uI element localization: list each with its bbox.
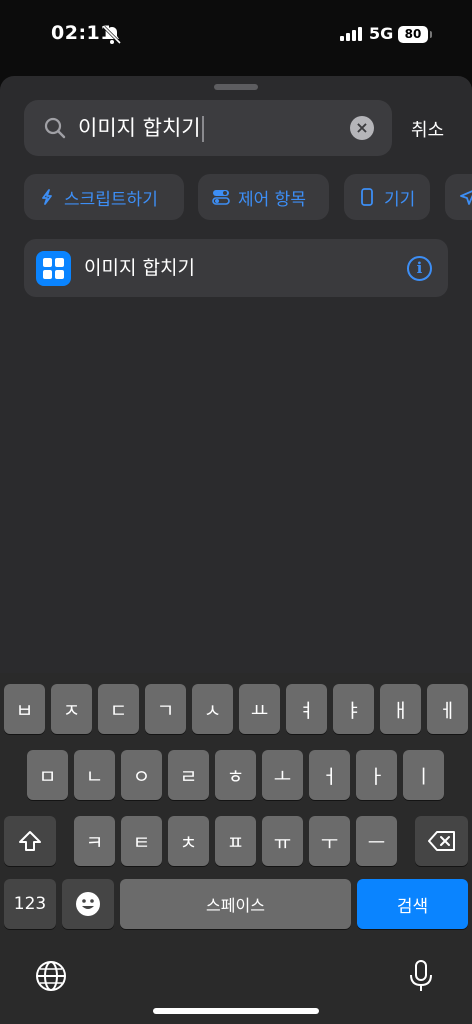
shortcut-app-icon — [36, 251, 71, 286]
battery-indicator: 80 — [398, 26, 432, 43]
toggle-icon — [212, 190, 230, 205]
search-key[interactable]: 검색 — [357, 879, 468, 929]
letter-key[interactable]: ㄷ — [98, 684, 139, 734]
delete-backward-icon — [427, 831, 455, 851]
letter-key[interactable]: ㄹ — [168, 750, 209, 800]
letter-key[interactable]: ㅡ — [356, 816, 397, 866]
letter-key[interactable]: ㄱ — [145, 684, 186, 734]
search-bar[interactable]: 이미지 합치기 × — [24, 100, 392, 156]
backspace-key[interactable] — [415, 816, 468, 866]
letter-key[interactable]: ㅐ — [380, 684, 421, 734]
cellular-signal-icon — [340, 27, 362, 41]
letter-key[interactable]: ㅠ — [262, 816, 303, 866]
chip-scripting[interactable]: 스크립트하기 — [24, 174, 184, 220]
search-icon — [44, 117, 66, 139]
chip-label: 스크립트하기 — [64, 189, 158, 210]
search-input[interactable]: 이미지 합치기 — [78, 100, 204, 156]
letter-key[interactable]: ㅂ — [4, 684, 45, 734]
letter-key[interactable]: ㅍ — [215, 816, 256, 866]
network-type: 5G — [369, 24, 394, 43]
globe-icon[interactable] — [34, 959, 68, 993]
microphone-icon[interactable] — [404, 959, 438, 993]
shift-icon — [19, 831, 41, 851]
letter-key[interactable]: ㅓ — [309, 750, 350, 800]
status-bar: 02:11 5G 80 — [0, 0, 472, 70]
letter-key[interactable]: ㅁ — [27, 750, 68, 800]
letter-key[interactable]: ㅜ — [309, 816, 350, 866]
letter-key[interactable]: ㅕ — [286, 684, 327, 734]
script-icon — [42, 189, 52, 205]
emoji-key[interactable] — [62, 879, 114, 929]
letter-key[interactable]: ㅔ — [427, 684, 468, 734]
search-query: 이미지 합치기 — [78, 116, 201, 140]
home-indicator — [153, 1008, 319, 1014]
shortcut-title: 이미지 합치기 — [84, 257, 195, 279]
text-caret — [201, 116, 204, 142]
letter-key[interactable]: ㅣ — [403, 750, 444, 800]
category-chips: 스크립트하기 제어 항목 기기 — [24, 174, 472, 222]
letter-key[interactable]: ㅛ — [239, 684, 280, 734]
letter-key[interactable]: ㅅ — [192, 684, 233, 734]
korean-keyboard: ㅂㅈㄷㄱㅅㅛㅕㅑㅐㅔ ㅁㄴㅇㄹㅎㅗㅓㅏㅣ ㅋㅌㅊㅍㅠㅜㅡ 123 스페이스 검색 — [0, 673, 472, 1024]
bell-slash-icon — [102, 25, 122, 45]
shortcut-result-item[interactable]: 이미지 합치기 i — [24, 239, 448, 297]
letter-key[interactable]: ㅋ — [74, 816, 115, 866]
cancel-button[interactable]: 취소 — [411, 116, 444, 142]
info-icon[interactable]: i — [407, 256, 432, 281]
letter-key[interactable]: ㅑ — [333, 684, 374, 734]
x-circle-icon[interactable]: × — [350, 116, 374, 140]
space-key[interactable]: 스페이스 — [120, 879, 351, 929]
letter-key[interactable]: ㅊ — [168, 816, 209, 866]
letter-key[interactable]: ㅎ — [215, 750, 256, 800]
chip-label: 기기 — [384, 189, 416, 210]
sheet-grabber[interactable] — [214, 84, 258, 90]
letter-key[interactable]: ㅗ — [262, 750, 303, 800]
shift-key[interactable] — [4, 816, 56, 866]
letter-key[interactable]: ㅈ — [51, 684, 92, 734]
location-arrow-icon — [460, 190, 472, 205]
letter-key[interactable]: ㄴ — [74, 750, 115, 800]
letter-key[interactable]: ㅌ — [121, 816, 162, 866]
chip-controls[interactable]: 제어 항목 — [198, 174, 329, 220]
emoji-icon — [76, 892, 100, 916]
letter-key[interactable]: ㅇ — [121, 750, 162, 800]
chip-location[interactable] — [445, 174, 472, 220]
chip-device[interactable]: 기기 — [344, 174, 430, 220]
phone-icon — [361, 188, 373, 206]
chip-label: 제어 항목 — [238, 189, 306, 210]
numbers-key[interactable]: 123 — [4, 879, 56, 929]
letter-key[interactable]: ㅏ — [356, 750, 397, 800]
